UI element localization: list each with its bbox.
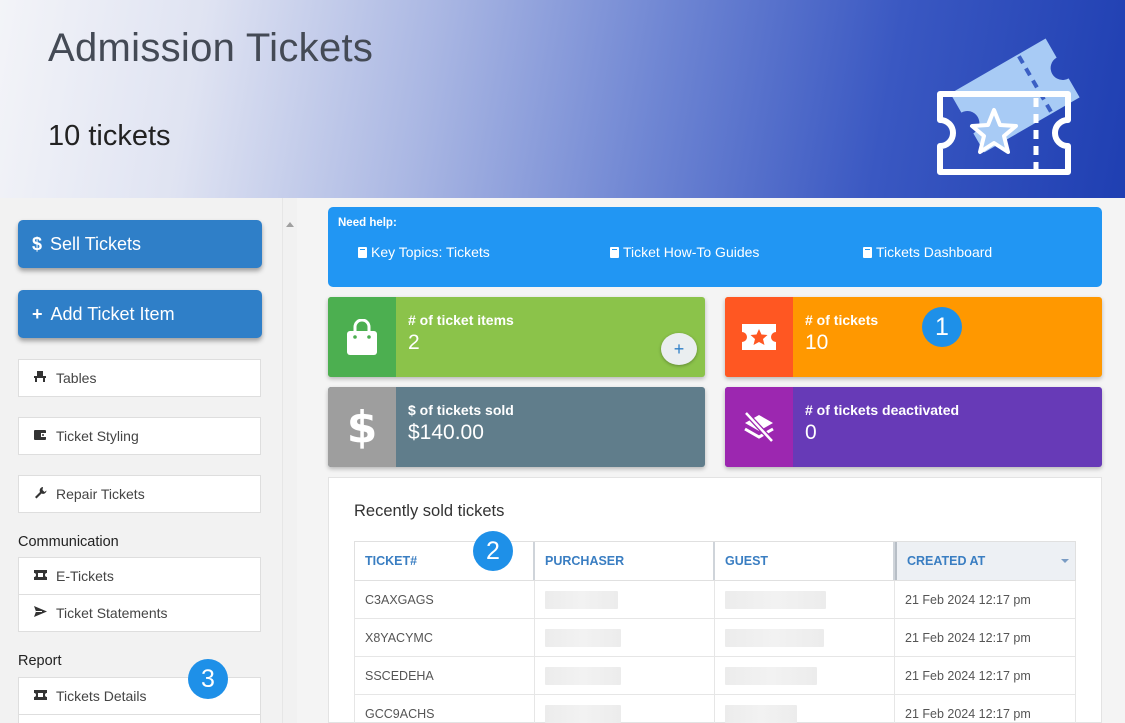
help-link-key-topics[interactable]: Key Topics: Tickets: [358, 244, 490, 260]
help-label: Need help:: [338, 217, 397, 229]
sidebar-item-label: Ticket Styling: [56, 428, 139, 444]
add-ticket-item-label: Add Ticket Item: [50, 303, 175, 324]
stat-value: 2: [408, 331, 420, 354]
book-icon: [863, 246, 872, 258]
purchaser-cell: [535, 581, 715, 618]
ticket-star-icon: [937, 38, 1080, 175]
sidebar-item-label: Tickets Details: [56, 688, 147, 704]
help-link-how-to-guides[interactable]: Ticket How-To Guides: [610, 244, 759, 260]
sidebar-scrollbar[interactable]: [282, 198, 297, 723]
ticket-cell: GCC9ACHS: [355, 695, 535, 723]
guest-cell: [715, 657, 895, 694]
sidebar-item-label: E-Tickets: [56, 568, 114, 584]
stat-card-tickets-sold[interactable]: $ $ of tickets sold $140.00: [328, 387, 705, 467]
communication-heading: Communication: [18, 534, 119, 550]
stat-value: $140.00: [408, 421, 484, 444]
shopping-bag-icon: [328, 297, 396, 377]
column-header-created-at[interactable]: CREATED AT: [895, 542, 1075, 580]
scroll-up-arrow-icon[interactable]: [286, 222, 294, 227]
add-ticket-item-plus-button[interactable]: +: [661, 333, 697, 365]
help-link-tickets-dashboard[interactable]: Tickets Dashboard: [863, 244, 992, 260]
sell-tickets-button[interactable]: $ Sell Tickets: [18, 220, 262, 268]
help-bar: Need help: Key Topics: Tickets Ticket Ho…: [328, 207, 1102, 287]
panel-title: Recently sold tickets: [354, 502, 505, 520]
stat-label: $ of tickets sold: [408, 402, 514, 418]
sidebar-item-ticket-styling[interactable]: Ticket Styling: [18, 417, 261, 455]
ticket-cell: SSCEDEHA: [355, 657, 535, 694]
table-row[interactable]: X8YACYMC 21 Feb 2024 12:17 pm: [354, 619, 1076, 657]
recently-sold-panel: Recently sold tickets TICKET# PURCHASER …: [328, 477, 1102, 723]
ticket-count: 10 tickets: [48, 120, 171, 152]
stat-label: # of tickets deactivated: [805, 402, 960, 418]
stat-card-tickets-deactivated[interactable]: # of tickets deactivated 0: [725, 387, 1102, 467]
help-link-label: Key Topics: Tickets: [371, 244, 490, 260]
purchaser-cell: [535, 619, 715, 656]
annotation-badge: 1: [922, 307, 962, 347]
plus-icon: +: [32, 303, 43, 324]
annotation-badge: 3: [188, 659, 228, 699]
stat-card-tickets[interactable]: # of tickets 10: [725, 297, 1102, 377]
created-cell: 21 Feb 2024 12:17 pm: [905, 630, 1031, 645]
book-icon: [358, 246, 367, 258]
created-cell: 21 Feb 2024 12:17 pm: [905, 668, 1031, 683]
ticket-cell: C3AXGAGS: [355, 581, 535, 618]
stat-value: 0: [805, 421, 817, 444]
stat-label: # of tickets: [805, 312, 879, 328]
sidebar-item-label: Repair Tickets: [56, 486, 145, 502]
guest-cell: [715, 619, 895, 656]
page-header: Admission Tickets 10 tickets: [0, 0, 1125, 198]
table-row[interactable]: GCC9ACHS 21 Feb 2024 12:17 pm: [354, 695, 1076, 723]
annotation-badge: 2: [473, 531, 513, 571]
layers-off-icon: [725, 387, 793, 467]
created-cell: 21 Feb 2024 12:17 pm: [905, 592, 1031, 607]
purchaser-cell: [535, 657, 715, 694]
stat-value: 10: [805, 331, 829, 354]
sidebar-item-repair-tickets[interactable]: Repair Tickets: [18, 475, 261, 513]
wallet-icon: [33, 429, 47, 443]
sidebar-item-ticket-statements[interactable]: Ticket Statements: [18, 594, 261, 632]
wrench-icon: [33, 486, 47, 502]
guest-cell: [715, 581, 895, 618]
sidebar-item-label: Ticket Statements: [56, 605, 168, 621]
help-link-label: Ticket How-To Guides: [623, 244, 760, 260]
ticket-icon: [33, 689, 47, 703]
recent-tickets-table: TICKET# PURCHASER GUEST CREATED AT C3AXG…: [354, 541, 1076, 723]
ticket-star-icon: [725, 297, 793, 377]
created-cell: 21 Feb 2024 12:17 pm: [905, 706, 1031, 721]
sort-desc-icon[interactable]: [1061, 559, 1069, 563]
column-header-label: CREATED AT: [907, 554, 986, 568]
ticket-icon: [33, 569, 47, 583]
sidebar-item-tables[interactable]: Tables: [18, 359, 261, 397]
help-link-label: Tickets Dashboard: [876, 244, 993, 260]
book-icon: [610, 246, 619, 258]
guest-cell: [715, 695, 895, 723]
column-header-purchaser[interactable]: PURCHASER: [535, 542, 715, 580]
sidebar: [0, 198, 282, 723]
add-ticket-item-button[interactable]: + Add Ticket Item: [18, 290, 262, 338]
dollar-icon: $: [32, 233, 43, 254]
purchaser-cell: [535, 695, 715, 723]
page-title: Admission Tickets: [48, 26, 374, 70]
table-header: TICKET# PURCHASER GUEST CREATED AT: [354, 541, 1076, 581]
sidebar-item-label: Tables: [56, 370, 97, 386]
chair-icon: [33, 371, 47, 385]
sidebar-item-e-tickets[interactable]: E-Tickets: [18, 557, 261, 595]
stat-card-ticket-items[interactable]: # of ticket items 2 +: [328, 297, 705, 377]
table-row[interactable]: C3AXGAGS 21 Feb 2024 12:17 pm: [354, 581, 1076, 619]
dollar-icon: $: [328, 387, 396, 467]
table-row[interactable]: SSCEDEHA 21 Feb 2024 12:17 pm: [354, 657, 1076, 695]
ticket-cell: X8YACYMC: [355, 619, 535, 656]
sidebar-item-next[interactable]: [18, 714, 261, 723]
stat-label: # of ticket items: [408, 312, 514, 328]
sell-tickets-label: Sell Tickets: [50, 233, 142, 254]
column-header-guest[interactable]: GUEST: [715, 542, 895, 580]
report-heading: Report: [18, 653, 62, 669]
paper-plane-icon: [33, 606, 47, 620]
